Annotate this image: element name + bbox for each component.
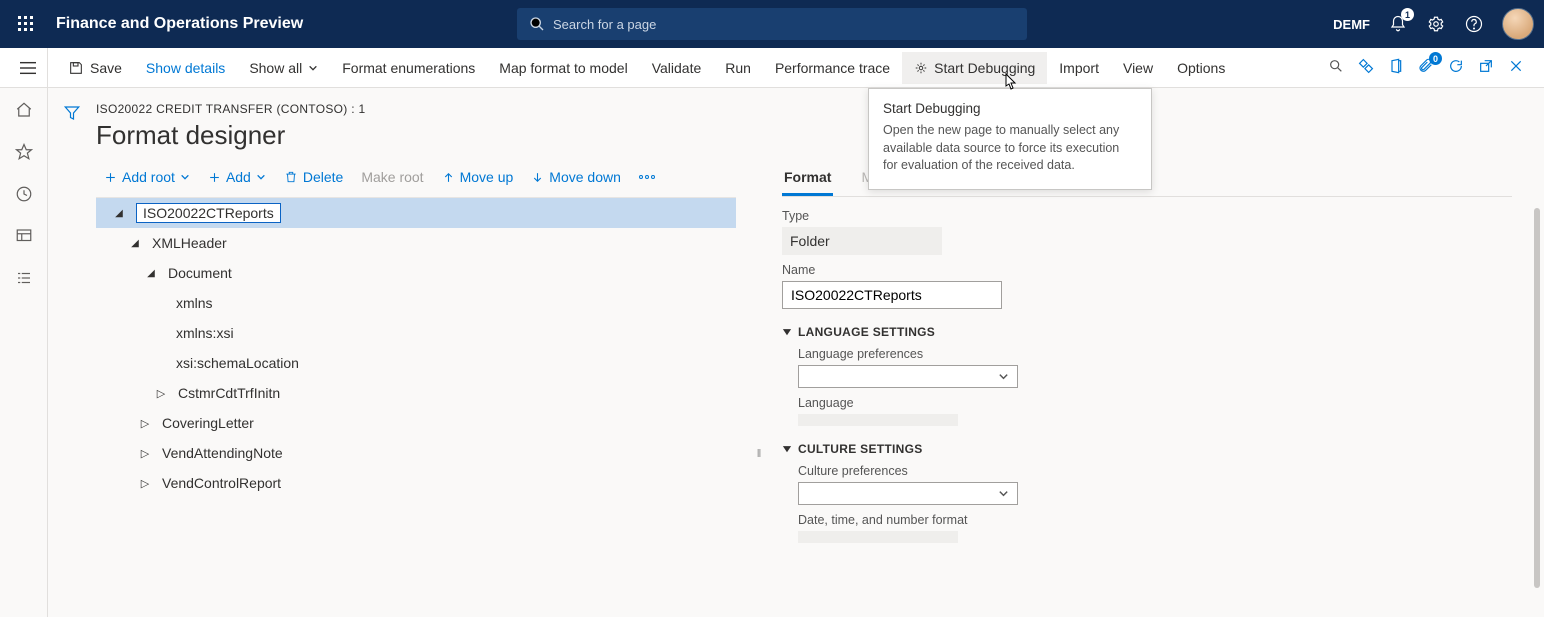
popup-icon[interactable]	[1478, 58, 1494, 77]
run-button[interactable]: Run	[713, 52, 763, 84]
twist-down-icon[interactable]: ◢	[128, 236, 142, 250]
type-value: Folder	[782, 227, 942, 255]
culture-preferences-label: Culture preferences	[798, 464, 1512, 478]
language-preferences-select[interactable]	[798, 365, 1018, 388]
view-button[interactable]: View	[1111, 52, 1165, 84]
workspaces-icon[interactable]	[12, 224, 36, 248]
app-launcher-icon[interactable]	[10, 8, 42, 40]
name-input[interactable]	[782, 281, 1002, 309]
action-bar: Save Show details Show all Format enumer…	[0, 48, 1544, 88]
language-label: Language	[798, 396, 1512, 410]
tree-label: Document	[168, 265, 232, 281]
nav-hamburger-icon[interactable]	[8, 48, 48, 88]
tree-label: xsi:schemaLocation	[176, 355, 299, 371]
name-label: Name	[782, 263, 1512, 277]
format-enumerations-button[interactable]: Format enumerations	[330, 52, 487, 84]
tree-row[interactable]: ▷ VendControlReport	[96, 468, 736, 498]
add-button[interactable]: Add	[200, 165, 274, 189]
split-handle[interactable]: ‖	[756, 365, 762, 543]
map-format-button[interactable]: Map format to model	[487, 52, 639, 84]
tree-row[interactable]: xmlns:xsi	[96, 318, 736, 348]
add-root-button[interactable]: Add root	[96, 165, 198, 189]
tree-row[interactable]: ▷ CstmrCdtTrfInitn	[96, 378, 736, 408]
culture-settings-header[interactable]: CULTURE SETTINGS	[782, 442, 1512, 456]
tree-label: VendAttendingNote	[162, 445, 283, 461]
culture-preferences-select[interactable]	[798, 482, 1018, 505]
language-preferences-label: Language preferences	[798, 347, 1512, 361]
help-icon[interactable]	[1464, 14, 1484, 34]
tree-label: CstmrCdtTrfInitn	[178, 385, 280, 401]
find-icon[interactable]	[1328, 58, 1344, 77]
tree-row[interactable]: xmlns	[96, 288, 736, 318]
options-button[interactable]: Options	[1165, 52, 1237, 84]
global-header: Finance and Operations Preview Search fo…	[0, 0, 1544, 48]
more-icon[interactable]	[631, 171, 663, 183]
search-placeholder: Search for a page	[553, 17, 656, 32]
tree-row[interactable]: xsi:schemaLocation	[96, 348, 736, 378]
make-root-button: Make root	[353, 165, 431, 189]
breadcrumb: ISO20022 CREDIT TRANSFER (CONTOSO) : 1	[96, 102, 1530, 116]
move-up-button[interactable]: Move up	[434, 165, 522, 189]
close-icon[interactable]	[1508, 58, 1524, 77]
refresh-icon[interactable]	[1448, 58, 1464, 77]
show-details-button[interactable]: Show details	[134, 52, 237, 84]
tab-format[interactable]: Format	[782, 165, 833, 196]
start-debugging-button[interactable]: Start Debugging	[902, 52, 1047, 84]
move-down-button[interactable]: Move down	[523, 165, 629, 189]
tree-row[interactable]: ◢ XMLHeader	[96, 228, 736, 258]
office-icon[interactable]	[1388, 58, 1404, 77]
twist-down-icon[interactable]: ◢	[144, 266, 158, 280]
twist-right-icon[interactable]: ▷	[154, 386, 168, 400]
tree-label: CoveringLetter	[162, 415, 254, 431]
bell-badge: 1	[1401, 8, 1414, 21]
tree-label: xmlns:xsi	[176, 325, 234, 341]
performance-trace-button[interactable]: Performance trace	[763, 52, 902, 84]
tree-label: ISO20022CTReports	[136, 203, 281, 223]
start-debugging-tooltip: Start Debugging Open the new page to man…	[868, 88, 1152, 190]
bell-icon[interactable]: 1	[1388, 14, 1408, 34]
tree-row[interactable]: ◢ Document	[96, 258, 736, 288]
tree-row[interactable]: ▷ VendAttendingNote	[96, 438, 736, 468]
show-all-button[interactable]: Show all	[237, 52, 330, 84]
page-title: Format designer	[96, 120, 1530, 151]
modules-icon[interactable]	[12, 266, 36, 290]
date-format-value	[798, 531, 958, 543]
avatar[interactable]	[1502, 8, 1534, 40]
search-input[interactable]: Search for a page	[517, 8, 1027, 40]
filter-icon[interactable]	[63, 104, 81, 617]
validate-button[interactable]: Validate	[640, 52, 714, 84]
format-tree: ◢ ISO20022CTReports ◢ XMLHeader ◢ Docume…	[96, 197, 736, 498]
save-button[interactable]: Save	[56, 52, 134, 84]
attachments-icon[interactable]: 0	[1418, 58, 1434, 77]
tree-row[interactable]: ▷ CoveringLetter	[96, 408, 736, 438]
import-button[interactable]: Import	[1047, 52, 1111, 84]
company-indicator[interactable]: DEMF	[1333, 17, 1370, 32]
attachments-badge: 0	[1429, 52, 1442, 65]
date-format-label: Date, time, and number format	[798, 513, 1512, 527]
tree-label: VendControlReport	[162, 475, 281, 491]
tree-label: XMLHeader	[152, 235, 227, 251]
recent-icon[interactable]	[12, 182, 36, 206]
link-diamond-icon[interactable]	[1358, 58, 1374, 77]
language-value	[798, 414, 958, 426]
gear-icon[interactable]	[1426, 14, 1446, 34]
tree-label: xmlns	[176, 295, 213, 311]
tree-toolbar: Add root Add Delete Make root	[96, 165, 736, 189]
twist-right-icon[interactable]: ▷	[138, 416, 152, 430]
side-nav-rail	[0, 88, 48, 617]
language-settings-header[interactable]: LANGUAGE SETTINGS	[782, 325, 1512, 339]
tooltip-body: Open the new page to manually select any…	[883, 122, 1137, 175]
type-label: Type	[782, 209, 1512, 223]
tree-row[interactable]: ◢ ISO20022CTReports	[96, 198, 736, 228]
tooltip-title: Start Debugging	[883, 101, 1137, 116]
star-icon[interactable]	[12, 140, 36, 164]
twist-right-icon[interactable]: ▷	[138, 446, 152, 460]
twist-right-icon[interactable]: ▷	[138, 476, 152, 490]
app-title: Finance and Operations Preview	[56, 15, 303, 33]
twist-down-icon[interactable]: ◢	[112, 206, 126, 220]
delete-button[interactable]: Delete	[276, 165, 351, 189]
scrollbar[interactable]	[1534, 208, 1540, 588]
home-icon[interactable]	[12, 98, 36, 122]
